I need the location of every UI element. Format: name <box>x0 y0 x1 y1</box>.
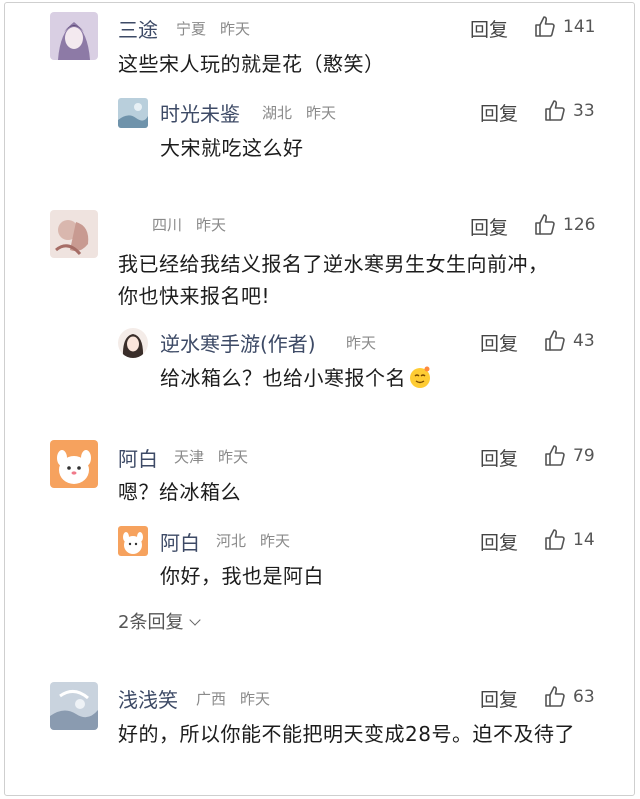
region: 湖北 <box>262 104 293 122</box>
reply-text: 大宋就吃这么好 <box>160 136 304 160</box>
user-avatar[interactable] <box>50 682 98 730</box>
comment-meta: 广西 昨天 <box>196 688 270 709</box>
reply-avatar[interactable] <box>118 98 148 128</box>
chevron-down-icon <box>189 614 202 626</box>
user-avatar[interactable] <box>50 210 98 258</box>
reply-meta: 河北 昨天 <box>216 530 290 551</box>
thumbs-up-icon <box>545 330 565 351</box>
timestamp: 昨天 <box>260 532 291 550</box>
timestamp: 昨天 <box>346 334 377 352</box>
thumbs-up-icon <box>545 529 565 550</box>
timestamp: 昨天 <box>196 216 227 234</box>
username[interactable]: 浅浅笑 <box>118 684 178 713</box>
region: 宁夏 <box>176 20 207 38</box>
like-button[interactable]: 33 <box>543 99 595 123</box>
reply-button[interactable]: 回复 <box>480 528 518 555</box>
reply-username[interactable]: 时光未鉴 <box>160 98 240 127</box>
like-count: 43 <box>573 331 595 351</box>
reply-button[interactable]: 回复 <box>470 213 508 240</box>
like-count: 141 <box>563 17 596 37</box>
comment-meta: 宁夏 昨天 <box>176 18 250 39</box>
username[interactable]: 阿白 <box>118 443 158 472</box>
like-count: 33 <box>573 101 595 121</box>
timestamp: 昨天 <box>240 690 271 708</box>
region: 广西 <box>196 690 227 708</box>
like-button[interactable]: 141 <box>533 15 595 39</box>
like-button[interactable]: 14 <box>543 528 595 552</box>
region: 河北 <box>216 532 247 550</box>
thumbs-up-icon <box>545 100 565 121</box>
username[interactable]: 三途 <box>118 14 158 43</box>
like-count: 126 <box>563 215 596 235</box>
like-count: 79 <box>573 446 595 466</box>
like-button[interactable]: 63 <box>543 685 595 709</box>
reply-meta: 昨天 <box>346 332 376 353</box>
comment-meta: 天津 昨天 <box>174 446 248 467</box>
reply-meta: 湖北 昨天 <box>262 102 336 123</box>
like-button[interactable]: 79 <box>543 444 595 468</box>
timestamp: 昨天 <box>218 448 249 466</box>
like-button[interactable]: 43 <box>543 329 595 353</box>
reply-username[interactable]: 阿白 <box>160 527 200 556</box>
reply-text: 你好，我也是阿白 <box>160 564 324 588</box>
thumbs-up-icon <box>545 686 565 707</box>
timestamp: 昨天 <box>306 104 337 122</box>
more-replies-label: 2条回复 <box>118 612 184 633</box>
reply-button[interactable]: 回复 <box>480 685 518 712</box>
reply-button[interactable]: 回复 <box>480 329 518 356</box>
comment-text: 好的，所以你能不能把明天变成28号。迫不及待了 <box>118 722 575 746</box>
reply-button[interactable]: 回复 <box>480 99 518 126</box>
user-avatar[interactable] <box>50 12 98 60</box>
reply-text-content: 给冰箱么？也给小寒报个名 <box>160 366 406 390</box>
like-count: 63 <box>573 687 595 707</box>
reply-username[interactable]: 逆水寒手游(作者) <box>160 328 316 357</box>
comment-text: 嗯？给冰箱么 <box>118 480 241 504</box>
user-avatar[interactable] <box>50 440 98 488</box>
smiling-emoji-icon <box>410 366 430 388</box>
comment-meta: 四川 昨天 <box>152 214 226 235</box>
reply-button[interactable]: 回复 <box>470 15 508 42</box>
reply-avatar[interactable] <box>118 328 148 358</box>
thumbs-up-icon <box>545 445 565 466</box>
reply-avatar[interactable] <box>118 526 148 556</box>
reply-button[interactable]: 回复 <box>480 444 518 471</box>
like-count: 14 <box>573 530 595 550</box>
more-replies-link[interactable]: 2条回复 <box>118 608 202 634</box>
region: 天津 <box>174 448 205 466</box>
like-button[interactable]: 126 <box>533 213 595 237</box>
thumbs-up-icon <box>535 16 555 37</box>
region: 四川 <box>152 216 183 234</box>
thumbs-up-icon <box>535 214 555 235</box>
comment-text: 这些宋人玩的就是花（憨笑） <box>118 52 385 76</box>
reply-text: 给冰箱么？也给小寒报个名 <box>160 362 580 394</box>
timestamp: 昨天 <box>220 20 251 38</box>
comment-text: 我已经给我结义报名了逆水寒男生女生向前冲，你也快来报名吧! <box>118 252 549 308</box>
